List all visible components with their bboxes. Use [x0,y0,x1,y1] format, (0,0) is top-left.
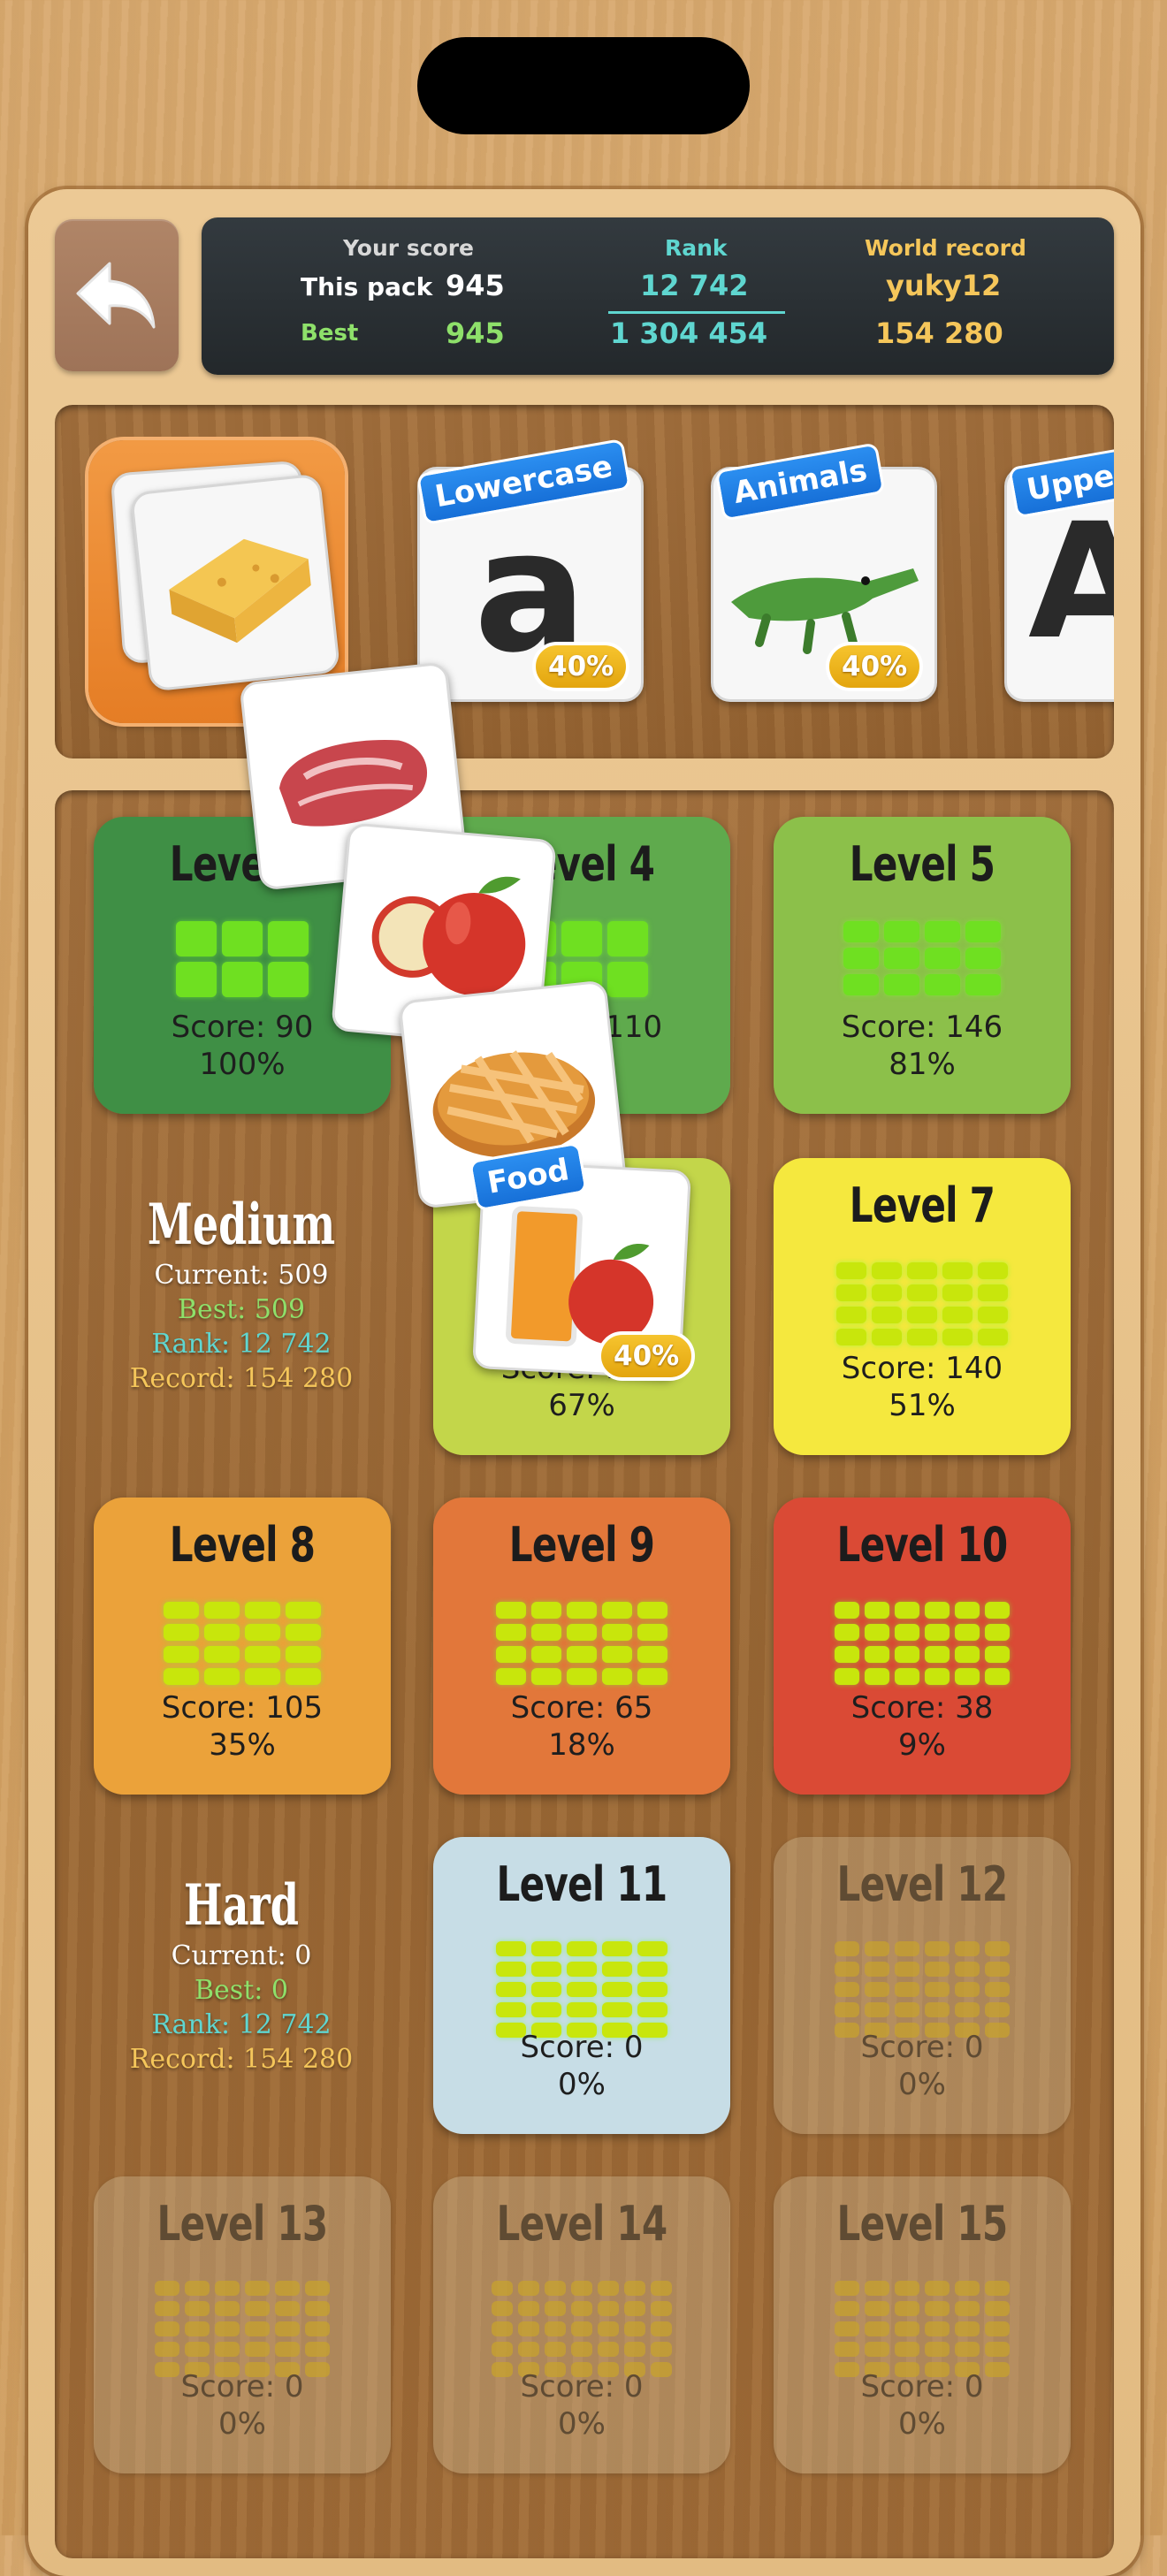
level-title: Level 9 [508,1517,655,1573]
letter-A-glyph: A [1028,490,1114,674]
level-progress-grid [176,921,309,997]
level-percent: 0% [558,2067,606,2102]
section-medium: Medium Current: 509 Best: 509 Rank: 12 7… [93,1192,390,1396]
level-title: Level 5 [849,836,995,892]
back-button[interactable] [55,219,179,371]
level-score: Score: 146 [841,1010,1003,1045]
level-tile-14: Level 14 Score: 0 0% [433,2176,730,2473]
level-progress-grid [835,1941,1010,2038]
level-progress-grid [835,2281,1010,2377]
pack-carousel[interactable]: a Lowercase 40% Animals 40% A Upper [55,405,1114,758]
this-pack-label: This pack [301,272,433,301]
level-title: Level 11 [496,1856,668,1912]
level-tile-7[interactable]: Level 7 Score: 140 51% [774,1158,1071,1455]
level-title: Level 15 [836,2196,1009,2252]
level-title: Level 8 [169,1517,316,1573]
level-title: Level 14 [496,2196,668,2252]
rank-divider [608,311,785,314]
level-score: Score: 140 [841,1351,1003,1386]
world-record-label: World record [865,235,1026,261]
level-title: Level 7 [849,1177,995,1233]
section-medium-title: Medium [147,1192,336,1258]
level-score: Score: 38 [850,1690,994,1726]
level-score: Score: 0 [520,2030,644,2065]
level-tile-5[interactable]: Level 5 Score: 146 81% [774,817,1071,1114]
cheese-icon [169,538,311,644]
rank-total: 1 304 454 [610,316,768,350]
world-record-value: 154 280 [875,316,1003,350]
level-tile-11[interactable]: Level 11 Score: 0 0% [433,1837,730,2134]
level-percent: 67% [548,1388,615,1423]
level-progress-grid [843,921,1001,995]
pack-animals-percent: 40% [826,642,924,691]
rank-label: Rank [665,235,728,261]
level-title: Level 13 [156,2196,329,2252]
pack-lowercase-percent: 40% [532,642,630,691]
hard-current: Current: 0 [171,1940,312,1971]
best-value: 945 [446,316,505,350]
medium-record: Record: 154 280 [129,1363,354,1394]
your-score-label: Your score [343,235,474,261]
hard-record: Record: 154 280 [129,2044,354,2075]
world-record-name: yuky12 [886,269,1002,302]
medium-rank: Rank: 12 742 [151,1329,332,1360]
level-percent: 100% [199,1047,286,1082]
level-percent: 51% [889,1388,956,1423]
rank-value: 12 742 [640,269,749,302]
level-tile-12: Level 12 Score: 0 0% [774,1837,1071,2134]
level-tile-8[interactable]: Level 8 Score: 105 35% [94,1498,391,1795]
level-progress-grid [492,2281,672,2377]
level-progress-grid [836,1262,1008,1345]
level-progress-grid [164,1602,321,1685]
level-score: Score: 0 [860,2030,984,2065]
this-pack-value: 945 [446,269,505,302]
medium-current: Current: 509 [154,1260,329,1291]
best-label: Best [301,320,359,347]
level-progress-grid [496,1941,667,2038]
level-percent: 9% [898,1727,946,1763]
level-percent: 18% [548,1727,615,1763]
level-progress-grid [835,1602,1010,1685]
level-tile-13: Level 13 Score: 0 0% [94,2176,391,2473]
medium-best: Best: 509 [177,1294,306,1325]
section-hard-title: Hard [184,1872,299,1939]
level-title: Level 12 [836,1856,1009,1912]
level-percent: 0% [898,2406,946,2442]
hard-best: Best: 0 [194,1975,288,2006]
section-hard: Hard Current: 0 Best: 0 Rank: 12 742 Rec… [93,1872,390,2077]
level-percent: 0% [898,2067,946,2102]
level-score: Score: 105 [161,1690,324,1726]
level-tile-10[interactable]: Level 10 Score: 38 9% [774,1498,1071,1795]
level-progress-grid [155,2281,330,2377]
pack-food-percent: 40% [598,1331,696,1381]
level-percent: 81% [889,1047,956,1082]
back-arrow-icon [76,262,156,329]
level-score: Score: 0 [860,2369,984,2405]
level-percent: 35% [209,1727,276,1763]
hard-rank: Rank: 12 742 [151,2009,332,2040]
score-bar: Your score This pack 945 Best 945 Rank 1… [202,217,1114,375]
level-score: Score: 0 [180,2369,304,2405]
device-notch [417,37,750,134]
level-percent: 0% [558,2406,606,2442]
level-percent: 0% [218,2406,266,2442]
level-score: Score: 65 [510,1690,653,1726]
level-tile-15: Level 15 Score: 0 0% [774,2176,1071,2473]
level-progress-grid [496,1602,667,1685]
level-score: Score: 0 [520,2369,644,2405]
pack-card-front [129,473,341,692]
level-title: Level 10 [836,1517,1009,1573]
level-tile-9[interactable]: Level 9 Score: 65 18% [433,1498,730,1795]
